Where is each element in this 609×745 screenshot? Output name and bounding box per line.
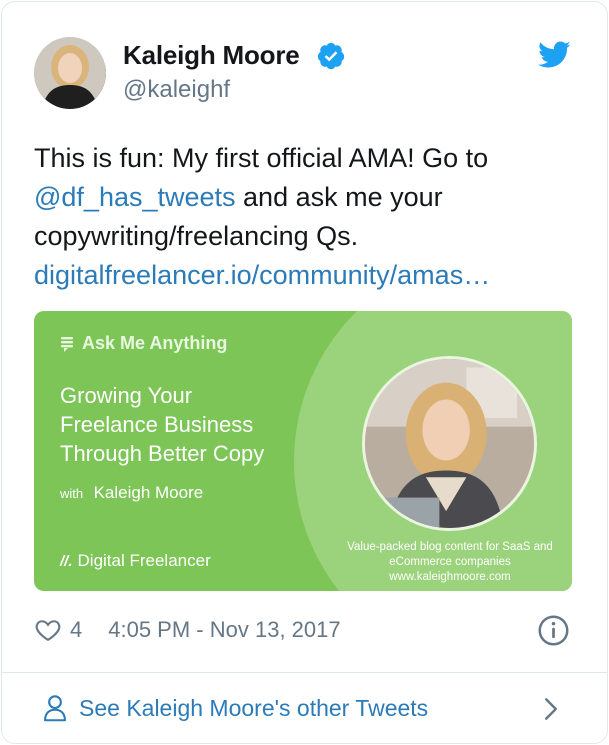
url-link[interactable]: digitalfreelancer.io/community/amas… [34, 260, 490, 290]
see-other-tweets-label[interactable]: See Kaleigh Moore's other Tweets [79, 695, 428, 722]
df-brand: Digital Freelancer [77, 551, 211, 570]
with-author: with Kaleigh Moore [60, 483, 203, 503]
twitter-bird-icon[interactable] [538, 40, 571, 70]
tagline-line-1: Value-packed blog content for SaaS and [347, 541, 553, 553]
footer-divider [1, 672, 608, 673]
verified-badge-icon [317, 42, 345, 70]
with-name: Kaleigh Moore [93, 483, 204, 502]
media-tagline: Value-packed blog content for SaaS and e… [334, 540, 566, 585]
headline-line-2: Freelance Business [60, 412, 254, 437]
user-handle[interactable]: @kaleighf [123, 76, 230, 104]
tweet-line-1: This is fun: My first official AMA! Go t… [34, 143, 489, 173]
df-mark: //. [60, 552, 73, 570]
ama-label-text: Ask Me Anything [82, 333, 228, 353]
info-icon[interactable] [537, 614, 570, 647]
digital-freelancer-logo: //. Digital Freelancer [60, 551, 211, 571]
tweet-timestamp[interactable]: 4:05 PM - Nov 13, 2017 [108, 617, 340, 643]
person-icon [44, 695, 66, 722]
with-prefix: with [60, 486, 84, 501]
chevron-right-icon[interactable] [542, 697, 560, 721]
see-other-tweets-link[interactable]: See Kaleigh Moore's other Tweets [43, 694, 428, 722]
headline-line-3: Through Better Copy [60, 441, 265, 466]
tweet-meta: 4 4:05 PM - Nov 13, 2017 [34, 616, 341, 644]
tweet-line-2-text: and ask me your [235, 182, 443, 212]
tagline-line-2: eCommerce companies [389, 556, 511, 568]
tweet-line-3: copywriting/freelancing Qs. [34, 221, 359, 251]
avatar[interactable] [34, 37, 106, 109]
ama-label: Ask Me Anything [60, 333, 227, 354]
mention-link[interactable]: @df_has_tweets [34, 182, 236, 212]
display-name[interactable]: Kaleigh Moore [123, 40, 300, 71]
headline-line-1: Growing Your [60, 383, 193, 408]
author-photo [362, 356, 537, 531]
tagline-line-3: www.kaleighmoore.com [389, 571, 511, 583]
media-headline: Growing Your Freelance Business Through … [60, 381, 320, 468]
like-count[interactable]: 4 [70, 617, 82, 643]
tweet-line-2: @df_has_tweets and ask me your [34, 178, 579, 217]
chat-lines-icon [61, 336, 73, 352]
heart-icon[interactable] [34, 616, 62, 644]
tweet-text: This is fun: My first official AMA! Go t… [34, 139, 579, 295]
media-card-image[interactable]: Ask Me Anything Growing Your Freelance B… [34, 311, 572, 591]
